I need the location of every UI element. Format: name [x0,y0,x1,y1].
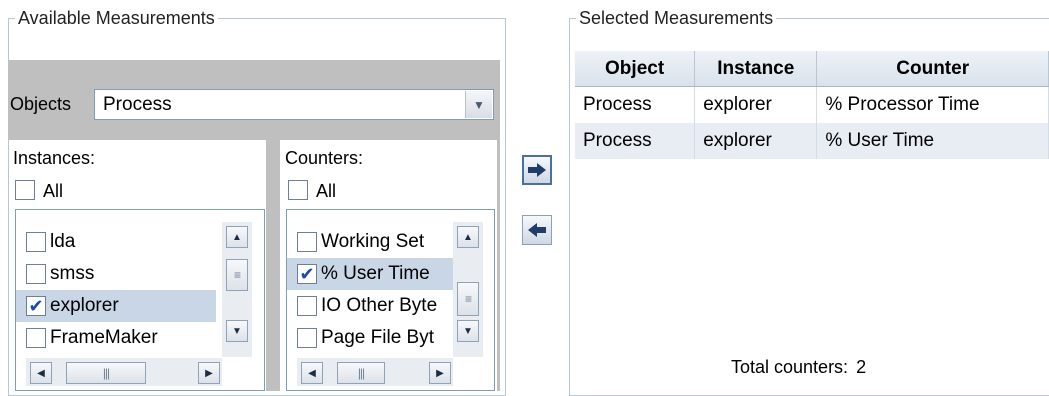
scroll-right-icon[interactable]: ▶ [429,362,451,384]
counters-label: Counters: [285,148,364,168]
row-object: Process [575,86,696,123]
instances-item-label: lda [50,231,76,252]
counters-item-label: Working Set [321,231,425,252]
row-counter: % Processor Time [816,86,1049,123]
counters-vertical-scrollbar[interactable]: ▲ ≡ ▼ [453,222,483,357]
total-counters: Total counters: 2 [731,357,866,378]
instances-item-label: FrameMaker [50,327,158,348]
column-divider-right [497,140,500,391]
counters-item-checkbox[interactable] [297,296,317,316]
counters-item-checkbox[interactable] [297,232,317,252]
instances-list-item[interactable]: smss [16,258,216,290]
column-header-object[interactable]: Object [575,51,696,87]
counters-item-checkbox[interactable]: ✔ [297,264,317,284]
scroll-down-icon[interactable]: ▼ [457,320,479,342]
table-row[interactable]: Process explorer % Processor Time [575,86,1049,123]
scroll-left-icon[interactable]: ◀ [301,362,323,384]
instances-item-checkbox[interactable] [26,232,46,252]
counters-item-label: % User Time [321,263,430,284]
column-divider [266,140,280,391]
row-object: Process [575,123,696,159]
counters-item-label: Page File Byt [321,327,434,348]
selected-measurements-table: Object Instance Counter Process explorer… [575,51,1049,159]
instances-item-checkbox[interactable]: ✔ [26,296,46,316]
scroll-right-icon[interactable]: ▶ [198,362,220,384]
selected-measurements-title: Selected Measurements [576,7,777,29]
instances-listbox[interactable]: lda smss ✔ explorer FrameMaker ▲ ≡ ▼ ◀ ||| ▶ [15,209,265,391]
scroll-thumb[interactable]: ≡ [226,259,248,291]
scroll-down-icon[interactable]: ▼ [226,320,248,342]
arrow-right-icon [528,163,546,177]
scroll-thumb-horizontal[interactable]: ||| [337,362,385,384]
counters-all-label: All [316,181,337,201]
scroll-thumb-horizontal[interactable]: ||| [66,362,146,384]
instances-item-label: smss [50,263,95,284]
scroll-up-icon[interactable]: ▲ [457,226,479,248]
column-header-counter[interactable]: Counter [816,51,1049,87]
objects-combobox-value: Process [103,94,172,115]
scroll-thumb[interactable]: ≡ [457,282,479,316]
counters-list-item[interactable]: ✔% User Time [287,258,453,290]
instances-list-item[interactable]: FrameMaker [16,322,216,354]
instances-all-label: All [43,181,64,201]
counters-list-item[interactable]: Working Set [287,226,453,258]
instances-column: Instances: All lda smss ✔ explorer FrameMake… [11,140,266,391]
objects-bar: Objects Process ▼ [8,60,500,140]
instances-list-item[interactable]: lda [16,226,216,258]
instances-horizontal-scrollbar[interactable]: ◀ ||| ▶ [26,358,222,386]
total-counters-value: 2 [856,357,867,377]
instances-label: Instances: [13,148,96,168]
counters-listbox[interactable]: Working Set ✔% User Time IO Other Byte Page… [286,209,495,391]
scroll-up-icon[interactable]: ▲ [226,226,248,248]
total-counters-label: Total counters: [731,357,849,377]
add-measurement-button[interactable] [522,155,552,185]
row-instance: explorer [694,86,818,123]
counters-item-checkbox[interactable] [297,328,317,348]
row-instance: explorer [694,123,818,159]
counters-list-item[interactable]: IO Other Byte [287,290,453,322]
objects-label: Objects [10,94,72,114]
instances-all-checkbox[interactable] [15,180,35,200]
chevron-down-icon[interactable]: ▼ [465,91,492,118]
counters-column: Counters: All Working Set ✔% User Time IO … [282,140,497,391]
counters-item-label: IO Other Byte [321,295,438,316]
instances-item-checkbox[interactable] [26,264,46,284]
instances-list-item[interactable]: ✔ explorer [16,290,216,322]
instances-item-label: explorer [50,295,119,316]
scroll-left-icon[interactable]: ◀ [30,362,52,384]
counters-list-item[interactable]: Page File Byt [287,322,453,354]
table-row[interactable]: Process explorer % User Time [575,123,1049,159]
counters-horizontal-scrollbar[interactable]: ◀ ||| ▶ [297,358,453,386]
objects-combobox[interactable]: Process ▼ [94,89,494,120]
available-measurements-title: Available Measurements [15,7,218,29]
instances-item-checkbox[interactable] [26,328,46,348]
arrow-left-icon [528,223,546,237]
row-counter: % User Time [816,123,1049,159]
column-header-instance[interactable]: Instance [694,51,818,87]
remove-measurement-button[interactable] [522,215,552,245]
instances-vertical-scrollbar[interactable]: ▲ ≡ ▼ [222,222,252,357]
counters-all-checkbox[interactable] [288,180,308,200]
